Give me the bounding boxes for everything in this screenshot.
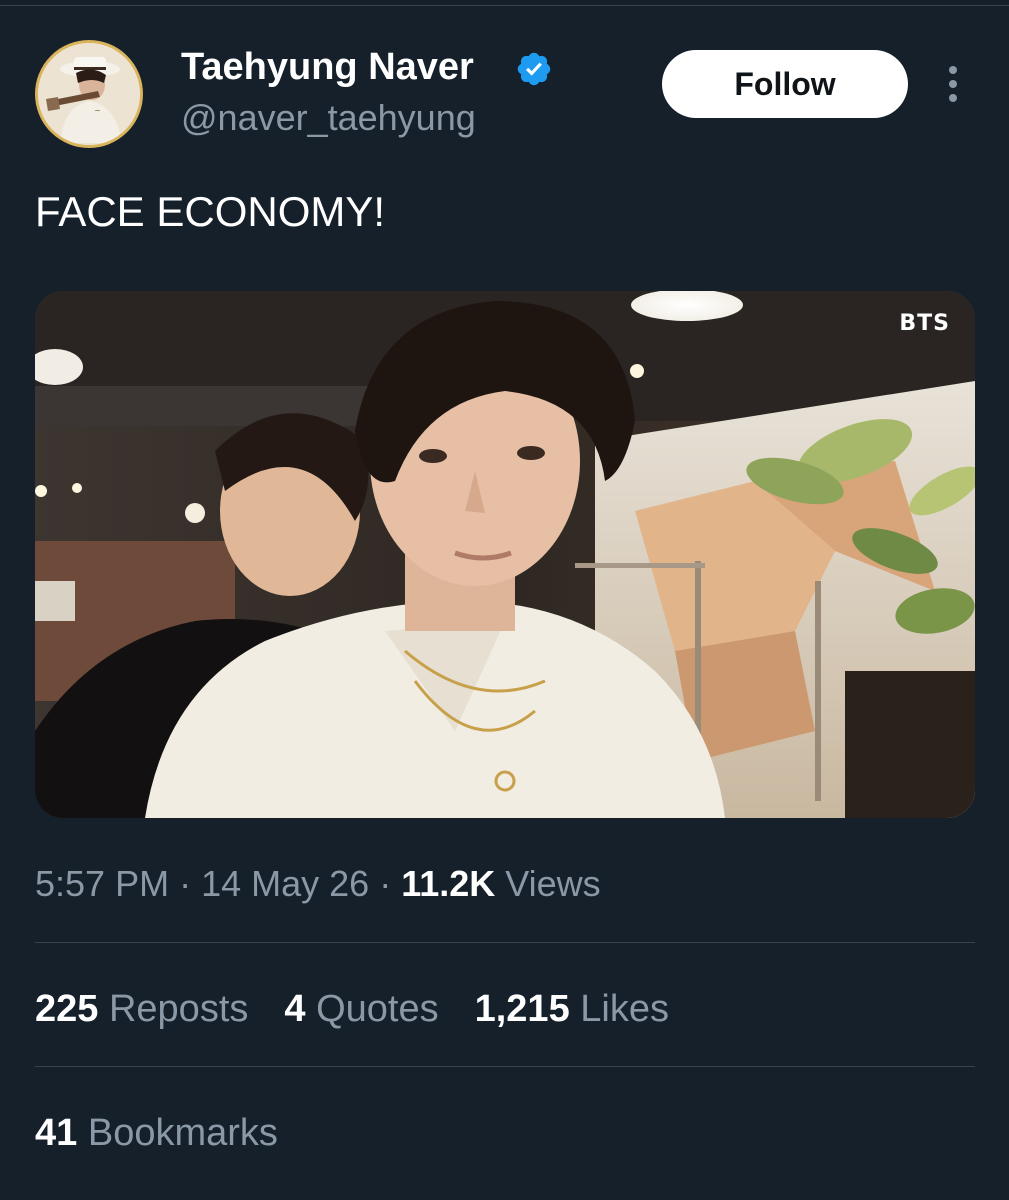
quotes-stat[interactable]: 4 Quotes <box>284 986 438 1032</box>
more-vertical-icon[interactable] <box>938 62 968 106</box>
reposts-count: 225 <box>35 988 99 1030</box>
likes-label: Likes <box>580 988 669 1030</box>
divider <box>35 942 975 943</box>
quotes-count: 4 <box>284 988 306 1030</box>
meta-separator: · <box>369 863 402 904</box>
views-label: Views <box>505 863 601 904</box>
views-count: 11.2K <box>401 863 496 904</box>
tweet-text: FACE ECONOMY! <box>35 188 386 235</box>
avatar[interactable]: ~ <box>35 40 143 148</box>
tweet-media[interactable]: BTS <box>35 291 975 818</box>
avatar-image: ~ <box>38 43 140 145</box>
reposts-stat[interactable]: 225 Reposts <box>35 986 248 1032</box>
engagement-stats: 225 Reposts 4 Quotes 1,215 Likes <box>35 986 669 1032</box>
verified-badge-icon <box>517 52 551 86</box>
top-divider <box>0 5 1009 6</box>
media-image <box>35 291 975 818</box>
svg-text:~: ~ <box>94 106 101 115</box>
divider <box>35 1066 975 1067</box>
bookmarks-count: 41 <box>35 1112 78 1154</box>
media-watermark: BTS <box>899 311 950 336</box>
tweet-meta: 5:57 PM · 14 May 26 · 11.2K Views <box>35 862 601 906</box>
quotes-label: Quotes <box>316 988 439 1030</box>
reposts-label: Reposts <box>108 988 249 1030</box>
bookmarks-stat[interactable]: 41 Bookmarks <box>35 1110 278 1156</box>
meta-separator: · <box>169 863 202 904</box>
author-display-name[interactable]: Taehyung Naver <box>181 44 474 90</box>
follow-button[interactable]: Follow <box>662 50 908 118</box>
bookmarks-label: Bookmarks <box>87 1112 278 1154</box>
likes-count: 1,215 <box>474 988 570 1030</box>
author-handle[interactable]: @naver_taehyung <box>181 96 476 140</box>
tweet-time[interactable]: 5:57 PM <box>35 863 169 904</box>
likes-stat[interactable]: 1,215 Likes <box>475 986 669 1032</box>
tweet-date[interactable]: 14 May 26 <box>201 863 369 904</box>
